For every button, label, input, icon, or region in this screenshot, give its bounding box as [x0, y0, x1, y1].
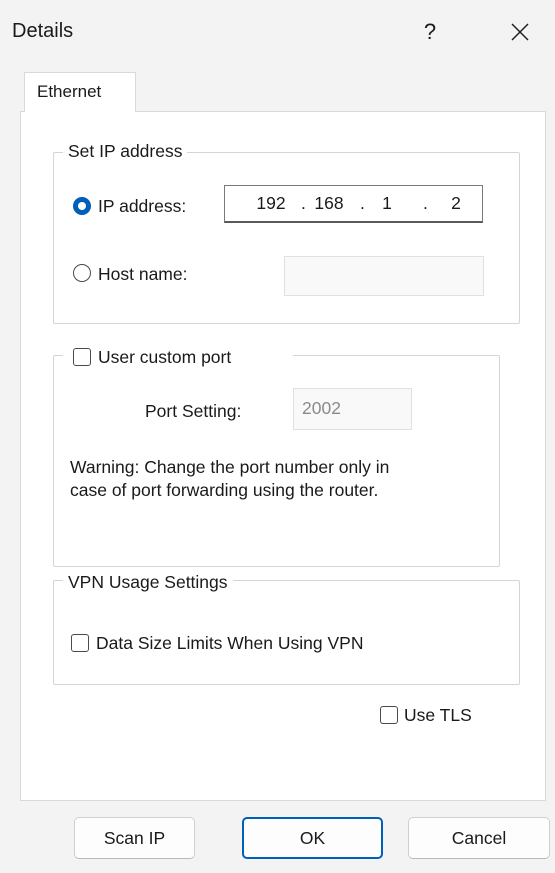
vpn-usage-legend: VPN Usage Settings — [63, 571, 233, 593]
close-icon — [511, 23, 529, 41]
ip-separator-3: . — [423, 193, 428, 213]
host-name-label[interactable]: Host name: — [98, 263, 187, 285]
vpn-data-size-limit-label[interactable]: Data Size Limits When Using VPN — [96, 632, 363, 654]
user-custom-port-label[interactable]: User custom port — [98, 346, 231, 368]
port-setting-label: Port Setting: — [145, 401, 242, 421]
scan-ip-button[interactable]: Scan IP — [74, 817, 195, 859]
host-name-radio[interactable] — [73, 264, 91, 282]
warning-text-line-1: Warning: Change the port number only in — [70, 457, 390, 477]
ip-separator-2: . — [360, 193, 365, 213]
ip-address-radio[interactable] — [73, 197, 91, 215]
user-custom-port-checkbox[interactable] — [73, 348, 91, 366]
help-button[interactable]: ? — [410, 12, 450, 52]
ip-octet-1: 192 — [256, 193, 286, 213]
host-name-input[interactable] — [284, 256, 484, 296]
ip-octet-3: 1 — [382, 193, 392, 213]
set-ip-address-group — [53, 152, 520, 324]
warning-text-line-2: case of port forwarding using the router… — [70, 480, 379, 500]
ip-octet-2: 168 — [314, 193, 344, 213]
ip-separator-1: . — [301, 193, 306, 213]
close-button[interactable] — [498, 12, 542, 52]
set-ip-address-legend: Set IP address — [63, 140, 188, 162]
use-tls-checkbox[interactable] — [380, 706, 398, 724]
details-dialog: Details ? Ethernet Set IP address IP add… — [0, 0, 555, 873]
tab-ethernet-label: Ethernet — [37, 82, 102, 101]
ip-address-input[interactable]: 192 . 168 . 1 . 2 — [224, 185, 483, 223]
window-title: Details — [12, 20, 74, 42]
title-bar: Details ? — [0, 0, 555, 68]
ip-octet-4: 2 — [451, 193, 461, 213]
vpn-data-size-limit-checkbox[interactable] — [71, 634, 89, 652]
port-setting-value: 2002 — [302, 398, 341, 418]
ip-address-label[interactable]: IP address: — [98, 195, 186, 217]
port-setting-input[interactable]: 2002 — [293, 388, 412, 430]
ok-button[interactable]: OK — [242, 817, 383, 859]
cancel-button[interactable]: Cancel — [408, 817, 550, 859]
tab-ethernet[interactable]: Ethernet — [24, 72, 136, 112]
use-tls-label[interactable]: Use TLS — [404, 704, 472, 726]
